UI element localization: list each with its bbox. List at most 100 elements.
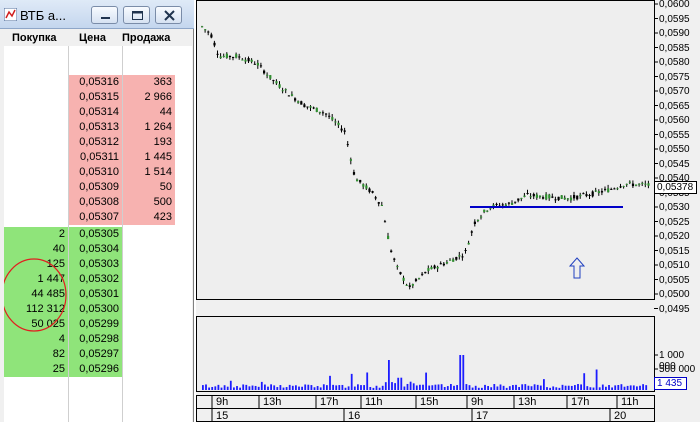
hour-label: 15h bbox=[420, 396, 439, 408]
volume-bar bbox=[580, 384, 582, 390]
volume-bar bbox=[360, 385, 362, 390]
candle-body bbox=[281, 90, 284, 92]
candle-body bbox=[607, 188, 610, 193]
volume-bar bbox=[301, 386, 303, 390]
volume-bar bbox=[574, 385, 576, 390]
candle-body bbox=[619, 186, 622, 188]
volume-bar bbox=[242, 384, 245, 390]
candle-body bbox=[647, 183, 650, 186]
volume-bar bbox=[205, 384, 207, 390]
candle-body bbox=[644, 183, 647, 185]
day-label: 17 bbox=[476, 410, 489, 422]
candle-body bbox=[284, 89, 287, 91]
candle-body bbox=[542, 197, 545, 199]
volume-bar bbox=[428, 385, 431, 390]
candle-body bbox=[461, 256, 464, 258]
price-chart[interactable]: 0,0600 0,0595 0,0590 0,0585 0,0580 0,0575 0,05… bbox=[196, 0, 700, 422]
candle-body bbox=[529, 196, 532, 198]
volume-bar bbox=[564, 385, 567, 390]
candle-body bbox=[507, 202, 511, 204]
volume-bar bbox=[276, 387, 279, 390]
candle-body bbox=[641, 182, 644, 184]
volume-bar bbox=[543, 379, 545, 390]
candle-body bbox=[622, 186, 625, 188]
volume-bar bbox=[617, 385, 620, 390]
volume-bar bbox=[388, 360, 390, 390]
orderbook-header: Покупка Цена Продажа bbox=[4, 29, 192, 46]
candle-body bbox=[235, 54, 238, 58]
candle-body bbox=[365, 185, 368, 189]
price-tick-label: 0,0555 bbox=[659, 129, 690, 141]
volume-bar bbox=[462, 355, 465, 390]
column-header-buy[interactable]: Покупка bbox=[12, 32, 57, 44]
volume-bar bbox=[465, 384, 468, 390]
price-tick-label: 0,0515 bbox=[659, 245, 690, 257]
close-icon bbox=[164, 10, 175, 21]
candle-body bbox=[566, 198, 569, 200]
orderbook-titlebar[interactable]: ВТБ а... bbox=[0, 0, 194, 29]
volume-bar bbox=[264, 384, 266, 390]
candle-body bbox=[600, 191, 604, 193]
minimize-button[interactable] bbox=[91, 6, 118, 24]
volume-bar bbox=[366, 372, 369, 390]
last-volume-label: 1 435 bbox=[654, 377, 687, 390]
candle-body bbox=[303, 104, 306, 108]
candle-body bbox=[331, 117, 334, 120]
candle-body bbox=[458, 255, 461, 257]
volume-bar bbox=[570, 385, 573, 390]
maximize-button[interactable] bbox=[123, 6, 150, 24]
candle-body bbox=[526, 193, 529, 195]
candle-body bbox=[204, 29, 207, 31]
candle-body bbox=[445, 262, 449, 264]
candle-body bbox=[560, 195, 563, 199]
volume-bar bbox=[595, 369, 598, 390]
hour-label: 13h bbox=[263, 396, 282, 408]
volume-bar bbox=[589, 387, 592, 390]
volume-bar bbox=[611, 387, 613, 390]
volume-bar bbox=[456, 385, 458, 390]
candle-body bbox=[545, 194, 548, 200]
price-tick-label: 0,0550 bbox=[659, 144, 690, 155]
price-tick-label: 0,0510 bbox=[659, 260, 690, 271]
price-tick-label: 0,0570 bbox=[659, 86, 690, 97]
candle-body bbox=[604, 188, 607, 190]
volume-bar bbox=[459, 355, 462, 390]
candle-body bbox=[476, 219, 480, 222]
candle-body bbox=[439, 263, 442, 265]
volume-bar bbox=[329, 375, 331, 390]
candle-body bbox=[287, 95, 290, 97]
column-header-price[interactable]: Цена bbox=[79, 32, 106, 44]
candle-body bbox=[250, 59, 253, 62]
volume-bar bbox=[397, 377, 400, 390]
close-button[interactable] bbox=[155, 6, 182, 24]
candle-body bbox=[411, 284, 414, 286]
volume-bar bbox=[353, 386, 356, 390]
app-icon bbox=[4, 8, 17, 21]
candle-body bbox=[309, 106, 312, 108]
candle-body bbox=[430, 266, 433, 270]
volume-bar bbox=[233, 387, 235, 390]
volume-bar bbox=[363, 385, 365, 390]
volume-bar bbox=[620, 384, 623, 390]
volume-bar bbox=[431, 385, 434, 390]
volume-bar bbox=[453, 385, 455, 390]
candle-body bbox=[297, 101, 300, 103]
volume-bar bbox=[471, 387, 474, 390]
minimize-icon bbox=[101, 17, 110, 19]
volume-bar bbox=[310, 385, 313, 390]
candle-body bbox=[263, 70, 266, 74]
candle-body bbox=[563, 197, 566, 200]
candle-body bbox=[393, 258, 396, 260]
volume-bar bbox=[381, 385, 384, 390]
column-header-sell[interactable]: Продажа bbox=[122, 32, 170, 44]
volume-bar bbox=[518, 387, 520, 390]
candle-body bbox=[359, 179, 362, 183]
volume-bar bbox=[586, 386, 589, 390]
volume-bar bbox=[394, 383, 396, 390]
price-tick-label: 0,0500 bbox=[659, 289, 690, 300]
volume-bar bbox=[391, 382, 393, 390]
chart-canvas[interactable] bbox=[196, 0, 700, 422]
volume-bar bbox=[338, 385, 341, 390]
price-tick-label: 0,0525 bbox=[659, 216, 690, 228]
volume-bar bbox=[260, 381, 263, 390]
